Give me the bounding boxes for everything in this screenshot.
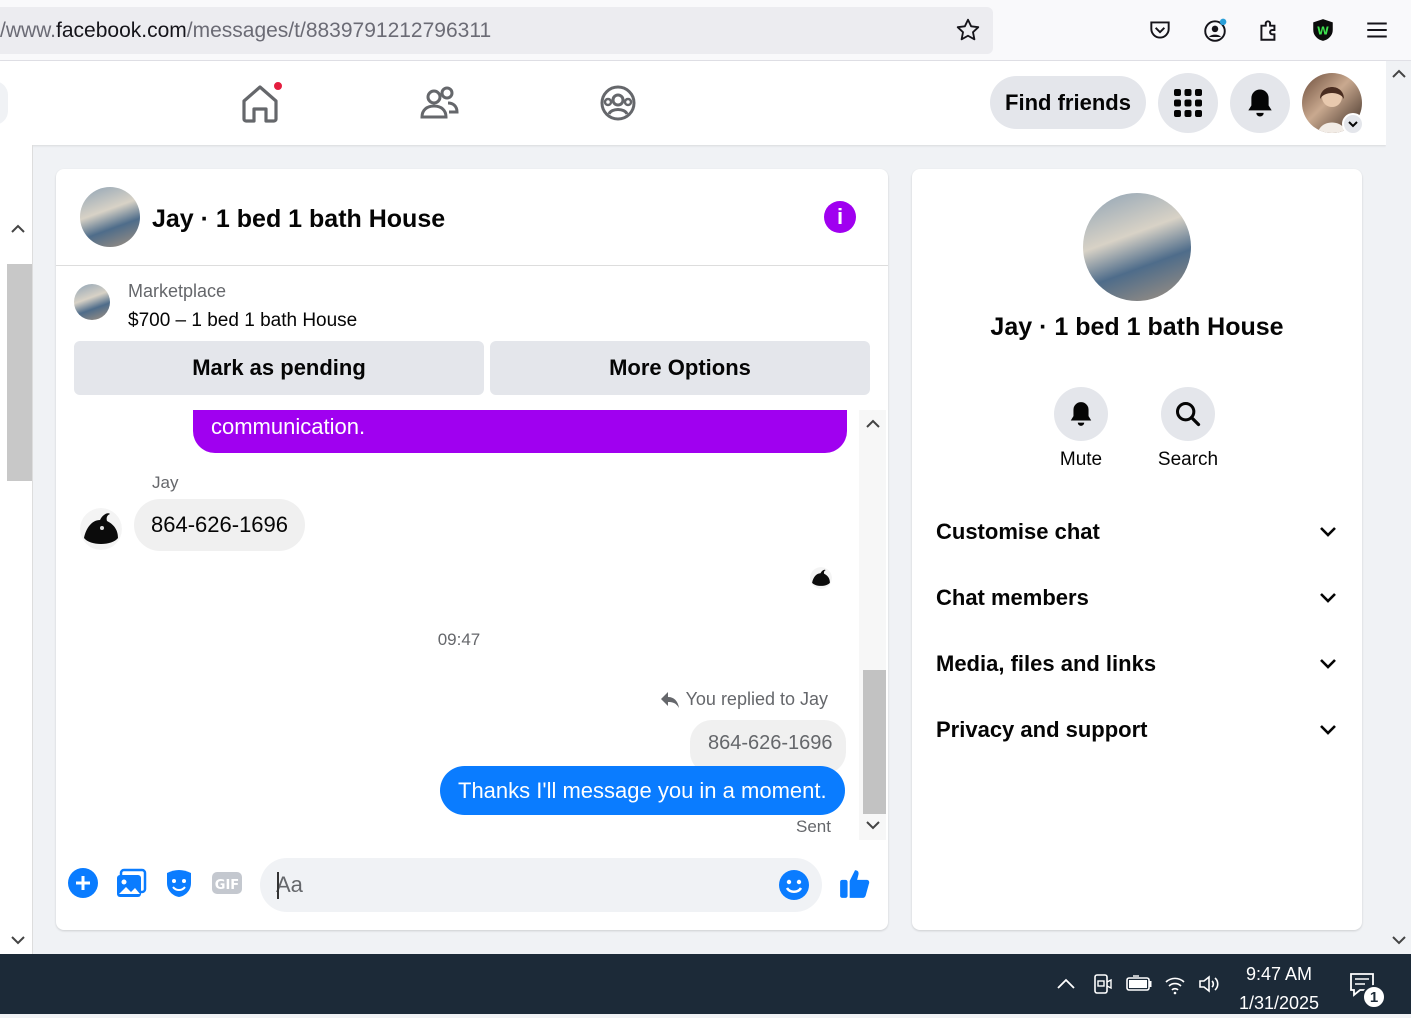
search-conversation-button[interactable]: Search xyxy=(1153,387,1223,471)
bell-icon xyxy=(1248,89,1272,117)
details-avatar[interactable] xyxy=(1083,193,1191,301)
sender-name: Jay xyxy=(152,473,179,492)
section-chat-members[interactable]: Chat members xyxy=(936,578,1338,618)
reply-indicator: You replied to Jay xyxy=(660,689,828,710)
menu-icon[interactable] xyxy=(1364,16,1390,44)
listing-title[interactable]: $700 – 1 bed 1 bath House xyxy=(128,310,357,332)
mute-button[interactable]: Mute xyxy=(1046,387,1116,471)
pocket-icon[interactable] xyxy=(1147,16,1173,44)
search-label: Search xyxy=(1157,449,1219,470)
chevron-down-icon xyxy=(1320,725,1336,735)
search-icon xyxy=(1175,401,1201,427)
chevron-down-icon xyxy=(1320,659,1336,669)
section-media-files-links[interactable]: Media, files and links xyxy=(936,644,1338,684)
sender-avatar[interactable] xyxy=(80,508,122,550)
system-clock[interactable]: 9:47 AM 1/31/2025 xyxy=(1230,960,1328,1018)
mute-label: Mute xyxy=(1059,449,1103,470)
message-timestamp: 09:47 xyxy=(437,630,481,649)
bell-icon xyxy=(1070,402,1092,426)
sticker-icon[interactable] xyxy=(163,867,195,899)
section-customise-chat[interactable]: Customise chat xyxy=(936,512,1338,552)
left-scroll-up-icon[interactable] xyxy=(10,222,26,234)
find-friends-button[interactable]: Find friends xyxy=(990,76,1146,129)
info-icon[interactable]: i xyxy=(824,201,856,233)
chat-details-panel: Jay · 1 bed 1 bath House Mute Search Cus… xyxy=(912,169,1362,930)
like-thumb-icon[interactable] xyxy=(838,866,872,900)
chat-title[interactable]: Jay · 1 bed 1 bath House xyxy=(152,205,445,234)
notification-badge: 1 xyxy=(1362,985,1386,1009)
listing-thumbnail[interactable] xyxy=(74,284,110,320)
message-scroll-up-icon[interactable] xyxy=(865,417,881,429)
message-input[interactable] xyxy=(276,858,756,912)
message-composer: GIF xyxy=(56,849,888,930)
scroll-up-icon[interactable] xyxy=(1391,67,1407,79)
more-options-button[interactable]: More Options xyxy=(490,341,870,395)
grid-icon xyxy=(1174,89,1202,117)
emoji-icon[interactable] xyxy=(778,869,810,901)
section-label: Media, files and links xyxy=(936,651,1157,676)
shield-extension-icon[interactable]: W xyxy=(1310,16,1336,44)
section-label: Privacy and support xyxy=(936,717,1148,742)
reply-label: You replied to Jay xyxy=(685,689,828,709)
menu-grid-button[interactable] xyxy=(1158,73,1218,133)
search-pill-edge[interactable] xyxy=(0,81,8,125)
svg-text:GIF: GIF xyxy=(215,878,239,893)
reply-icon xyxy=(660,691,679,708)
friends-icon[interactable] xyxy=(419,81,459,125)
message-scrollbar[interactable] xyxy=(859,410,886,840)
incoming-message[interactable]: 864-626-1696 xyxy=(134,499,306,551)
bookmark-star-icon[interactable] xyxy=(955,17,981,43)
volume-icon[interactable] xyxy=(1197,972,1221,996)
chevron-up-icon[interactable] xyxy=(1054,972,1078,996)
message-input-box[interactable] xyxy=(260,858,822,912)
page-scrollbar[interactable] xyxy=(1386,61,1411,954)
outgoing-message[interactable]: communication. xyxy=(193,410,847,453)
message-list: communication. Jay 864-626-1696 09:47 Yo… xyxy=(56,410,888,842)
account-icon[interactable] xyxy=(1202,16,1228,44)
wifi-icon[interactable] xyxy=(1163,972,1187,996)
marketplace-listing: Marketplace $700 – 1 bed 1 bath House Ma… xyxy=(56,266,888,410)
account-chevron[interactable] xyxy=(1342,113,1364,135)
browser-toolbar: /www.facebook.com/messages/t/88397912127… xyxy=(0,0,1411,61)
left-scroll-thumb[interactable] xyxy=(7,264,32,481)
section-privacy-support[interactable]: Privacy and support xyxy=(936,710,1338,750)
notifications-button[interactable] xyxy=(1230,73,1290,133)
details-title: Jay · 1 bed 1 bath House xyxy=(990,313,1284,341)
message-scroll-down-icon[interactable] xyxy=(865,820,881,832)
mark-pending-button[interactable]: Mark as pending xyxy=(74,341,484,395)
chat-panel: Jay · 1 bed 1 bath House i Marketplace $… xyxy=(56,169,888,930)
url-text[interactable]: /www.facebook.com/messages/t/88397912127… xyxy=(0,19,491,43)
chevron-down-icon xyxy=(1348,121,1358,128)
extensions-icon[interactable] xyxy=(1256,16,1282,44)
section-label: Chat members xyxy=(936,585,1089,610)
plus-icon[interactable] xyxy=(67,867,99,899)
meet-now-icon[interactable] xyxy=(1091,972,1115,996)
message-scroll-thumb[interactable] xyxy=(863,670,886,814)
home-notification-dot xyxy=(272,80,284,92)
chat-avatar[interactable] xyxy=(80,187,140,247)
text-caret xyxy=(277,872,279,899)
chevron-down-icon xyxy=(1320,593,1336,603)
svg-text:W: W xyxy=(1317,24,1329,37)
outgoing-reply-message[interactable]: Thanks I'll message you in a moment. xyxy=(440,766,845,815)
windows-taskbar: 9:47 AM 1/31/2025 1 xyxy=(0,954,1411,1014)
scroll-down-icon[interactable] xyxy=(1391,935,1407,947)
read-receipt-avatar xyxy=(810,567,832,589)
battery-icon[interactable] xyxy=(1125,972,1153,996)
chevron-down-icon xyxy=(1320,527,1336,537)
sender-photo xyxy=(80,508,122,550)
groups-icon[interactable] xyxy=(598,81,638,125)
address-bar[interactable]: /www.facebook.com/messages/t/88397912127… xyxy=(0,7,993,54)
clock-time: 9:47 AM xyxy=(1245,964,1313,984)
section-label: Customise chat xyxy=(936,519,1100,544)
photo-icon[interactable] xyxy=(115,867,147,899)
chat-header: Jay · 1 bed 1 bath House i xyxy=(56,169,888,266)
gif-icon[interactable]: GIF xyxy=(211,867,243,899)
read-receipt-photo xyxy=(810,567,832,589)
marketplace-label: Marketplace xyxy=(128,281,227,301)
sent-status: Sent xyxy=(796,817,831,836)
left-scroll-down-icon[interactable] xyxy=(10,935,26,947)
